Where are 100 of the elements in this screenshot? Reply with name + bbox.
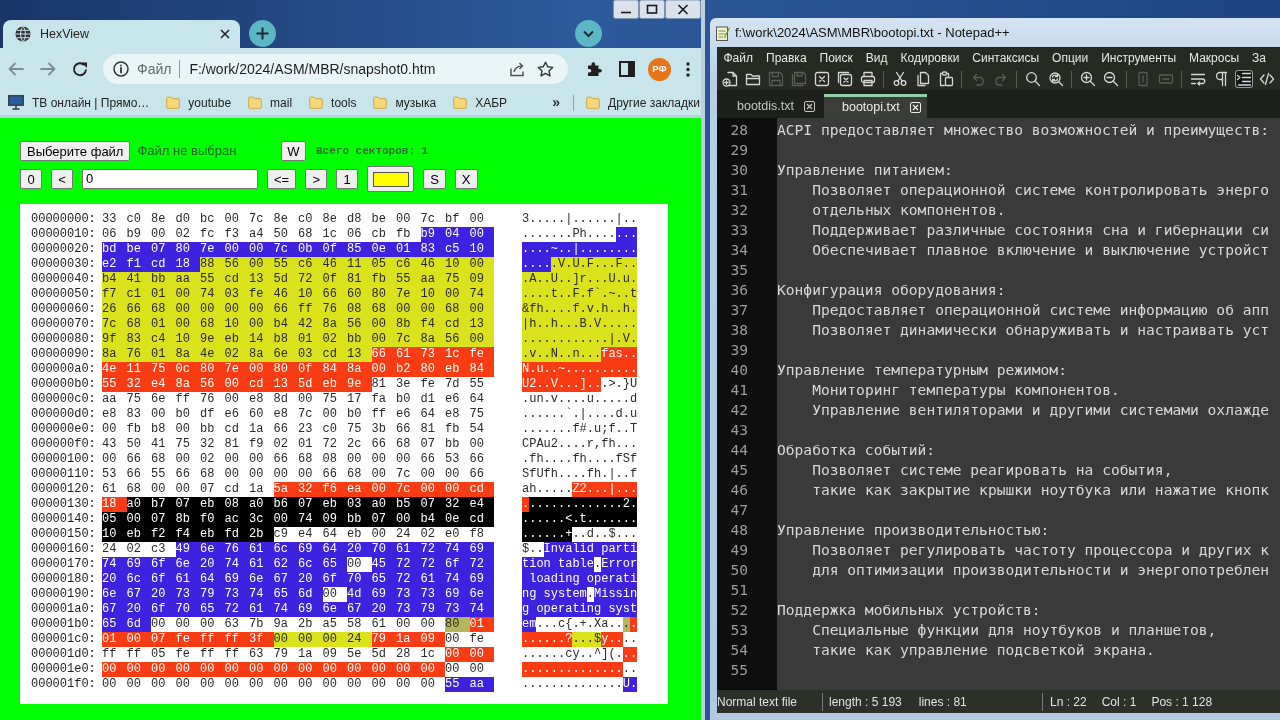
- offset-label: 00000060:: [31, 302, 97, 317]
- offset-label: 00000100:: [31, 452, 97, 467]
- line-number: 29: [729, 140, 748, 160]
- menu-item[interactable]: За: [1245, 48, 1273, 67]
- window-title: f:\work\2024\ASM\MBR\bootopi.txt - Notepad++: [735, 23, 1010, 42]
- menu-item[interactable]: Правка: [759, 48, 814, 67]
- hex-bytes: b9 04 00: [420, 227, 495, 242]
- bookmark-item[interactable]: mail: [248, 93, 293, 112]
- bookmark-item[interactable]: ХАБР: [453, 93, 508, 112]
- ascii-text: tion table: [522, 557, 594, 572]
- ascii-text: ...: [615, 227, 638, 242]
- text-line: Позволяет операционной системе контролировать энерго: [812, 181, 1270, 198]
- bookmark-item[interactable]: ТВ онлайн | Прямо…: [8, 93, 150, 112]
- bookmark-item[interactable]: youtube: [166, 93, 232, 112]
- file-tab[interactable]: bootdis.txt: [725, 94, 821, 118]
- kebab-menu-icon[interactable]: [686, 61, 690, 77]
- nav-button[interactable]: <=: [267, 169, 297, 189]
- menu-item[interactable]: Опции: [1045, 48, 1095, 67]
- folder-icon[interactable]: [744, 71, 761, 87]
- nav-button[interactable]: <: [51, 169, 73, 189]
- hex-bytes: 01 00 07 fe ff ff 3f: [102, 632, 274, 647]
- folder-icon: [166, 96, 181, 109]
- printer-icon[interactable]: [859, 71, 876, 87]
- forward-arrow-icon[interactable]: [40, 62, 56, 76]
- indent-guide-icon[interactable]: [1235, 71, 1252, 87]
- menu-item[interactable]: Поиск: [813, 48, 860, 67]
- hex-bytes: 20 6c 6f 61 64 69 6e 67 20 6f 70 65 72 61 74 69: [102, 572, 495, 587]
- nav-button[interactable]: S: [423, 169, 446, 189]
- line-number: 38: [729, 320, 748, 340]
- star-icon[interactable]: [537, 60, 554, 78]
- ascii-text: .............2.: [529, 497, 638, 512]
- menu-item[interactable]: Вид: [859, 48, 895, 67]
- text-line: Управление питанием:: [777, 161, 953, 178]
- line-number: 40: [729, 360, 748, 380]
- code-tag-icon[interactable]: [1258, 71, 1275, 87]
- copy-icon[interactable]: [914, 71, 931, 87]
- bookmark-item[interactable]: музыка: [373, 93, 437, 112]
- ascii-text: ......cy..^](.: [522, 647, 623, 662]
- search-icon[interactable]: [1024, 71, 1041, 87]
- bookmark-item[interactable]: tools: [309, 93, 357, 112]
- ascii-text: N.u..~..........: [522, 362, 638, 377]
- scissors-icon[interactable]: [891, 71, 908, 87]
- chevron-down-icon[interactable]: [575, 20, 602, 47]
- close-file-icon[interactable]: [813, 71, 830, 87]
- offset-label: 000000c0:: [31, 392, 97, 407]
- bookmarks-overflow[interactable]: »: [552, 92, 561, 113]
- close-all-icon[interactable]: [836, 71, 853, 87]
- ascii-text: &fh....f.v.h..h.: [522, 302, 638, 317]
- offset-label: 000001e0:: [31, 662, 97, 677]
- sector-input[interactable]: 0: [82, 169, 258, 189]
- menu-item[interactable]: Инструменты: [1094, 48, 1183, 67]
- hex-bytes: e2 f1 cd 18: [102, 257, 200, 272]
- nav-button[interactable]: X: [454, 169, 478, 189]
- reload-icon[interactable]: [72, 61, 88, 77]
- back-arrow-icon[interactable]: [8, 62, 24, 76]
- address-bar[interactable]: Файл F:/work/2024/ASM/MBR/snapshot0.htm: [103, 54, 568, 84]
- line-number: 46: [729, 480, 748, 500]
- puzzle-icon[interactable]: [586, 61, 602, 77]
- hex-bytes: 18: [102, 497, 127, 512]
- share-icon[interactable]: [509, 61, 525, 77]
- nav-button[interactable]: >: [305, 169, 328, 189]
- clipboard-icon[interactable]: [937, 71, 954, 87]
- zoom-in-icon[interactable]: [1079, 71, 1096, 87]
- text-line: такие как управление подсветкой экрана.: [812, 641, 1155, 658]
- close-icon[interactable]: [665, 0, 701, 19]
- w-button[interactable]: W: [281, 141, 306, 161]
- new-file-icon[interactable]: [721, 71, 738, 87]
- maximize-icon[interactable]: [639, 0, 665, 19]
- hex-bytes: 05 00 07 8b f0 ac 3c 00 74 09 bb 07 00 b4 0e cd: [102, 512, 495, 527]
- text-line: Предоставляет операционной системе информацию об апп: [812, 301, 1270, 318]
- tab-close-icon[interactable]: [220, 29, 230, 39]
- color-picker[interactable]: [367, 166, 415, 192]
- hex-bytes: 00 00 00 24: [273, 632, 372, 647]
- sidebar-icon[interactable]: [619, 61, 635, 77]
- zoom-out-icon[interactable]: [1102, 71, 1119, 87]
- nav-button[interactable]: 1: [336, 169, 359, 189]
- browser-tab[interactable]: HexView: [3, 20, 240, 48]
- file-picker-button[interactable]: Выберите файл: [20, 141, 131, 161]
- info-icon[interactable]: [113, 61, 129, 77]
- ascii-text: 3.....|......|..: [522, 212, 638, 227]
- menu-item[interactable]: Макросы: [1182, 48, 1246, 67]
- text-line: ACPI предоставляет множество возможностей и преимуществ:: [777, 121, 1270, 138]
- ascii-text: |h..h...B.V.....: [522, 317, 638, 332]
- plus-icon[interactable]: [249, 20, 276, 47]
- nav-button[interactable]: 0: [20, 169, 42, 189]
- file-tab[interactable]: bootopi.txt: [824, 94, 927, 118]
- ascii-text: ...c{.+.Xa..: [536, 617, 623, 632]
- text-line: Управление температурным режимом:: [777, 361, 1067, 378]
- word-wrap-icon[interactable]: [1189, 71, 1206, 87]
- menu-item[interactable]: Кодировки: [894, 48, 966, 67]
- menu-item[interactable]: Синтаксисы: [965, 48, 1046, 67]
- menu-item[interactable]: Файл: [717, 48, 760, 67]
- minimize-icon[interactable]: [613, 0, 639, 19]
- ascii-text: .A..U..]r...U.u.: [522, 272, 638, 287]
- hex-bytes: 45 72 72 6f 72: [371, 557, 495, 572]
- hex-bytes: 67 20 6f 70 65 72 61 74 69 6e 67 20 73 79 73 74: [102, 602, 495, 617]
- replace-icon[interactable]: [1047, 71, 1064, 87]
- offset-label: 000001a0:: [31, 602, 97, 617]
- bookmark-item[interactable]: Другие закладки: [586, 93, 700, 112]
- ascii-text: ng system: [522, 587, 587, 602]
